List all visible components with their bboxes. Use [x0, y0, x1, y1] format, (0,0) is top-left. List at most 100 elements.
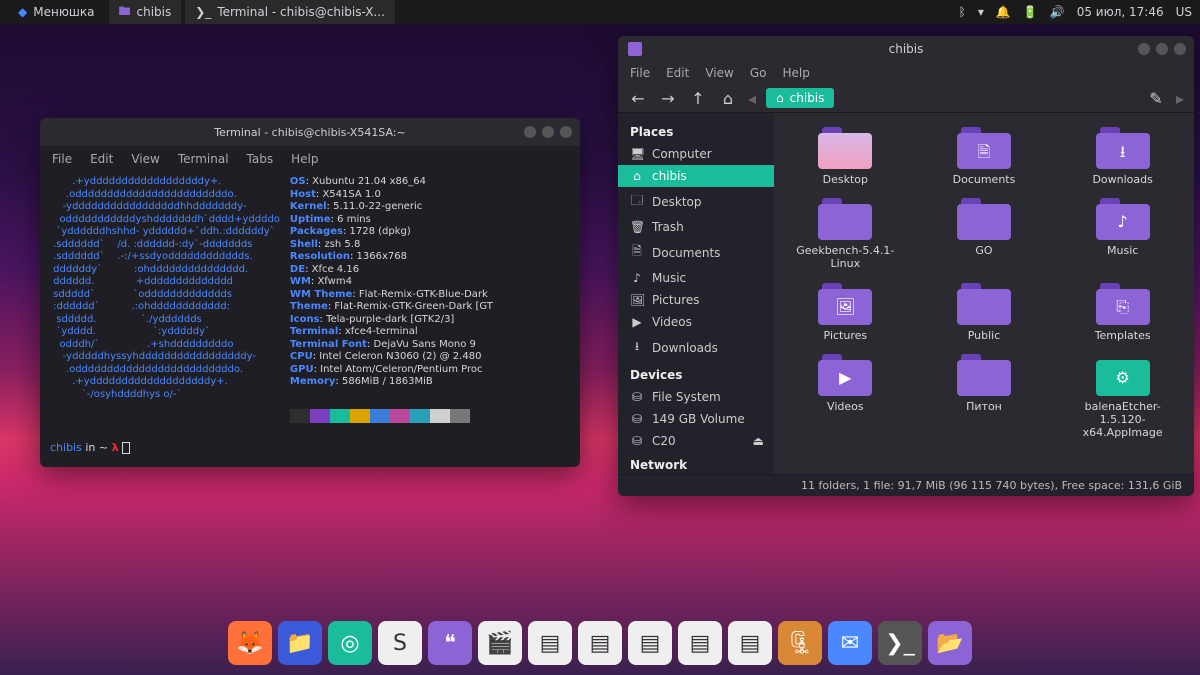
- sidebar-item[interactable]: 🖥 Computer: [618, 143, 774, 165]
- shell-prompt[interactable]: chibis in ~ λ: [50, 441, 570, 455]
- menu-help[interactable]: Help: [782, 66, 809, 80]
- dock-item-video[interactable]: 🎬: [478, 621, 522, 665]
- sidebar-item-label: 149 GB Volume: [652, 412, 745, 426]
- menu-terminal[interactable]: Terminal: [178, 152, 229, 166]
- file-item[interactable]: Питон: [917, 350, 1052, 444]
- sidebar-item[interactable]: ⛁ 149 GB Volume: [618, 408, 774, 430]
- back-button[interactable]: ←: [628, 89, 648, 108]
- dock-item-base[interactable]: ▤: [678, 621, 722, 665]
- sidebar-item-label: Desktop: [652, 195, 702, 209]
- dock-item-mail[interactable]: ✉: [828, 621, 872, 665]
- terminal-window[interactable]: Terminal - chibis@chibis-X541SA:~ File E…: [40, 118, 580, 467]
- close-button[interactable]: [1174, 43, 1186, 55]
- menu-edit[interactable]: Edit: [666, 66, 689, 80]
- battery-icon[interactable]: 🔋: [1023, 5, 1038, 19]
- file-grid[interactable]: Desktop 🗎 Documents ⭳ Downloads Geekbenc…: [774, 113, 1194, 474]
- dock-item-firefox[interactable]: 🦊: [228, 621, 272, 665]
- volume-icon[interactable]: 🔊: [1050, 5, 1065, 19]
- file-item[interactable]: Desktop: [778, 123, 913, 190]
- menu-file[interactable]: File: [630, 66, 650, 80]
- calc-icon: ▤: [740, 631, 761, 656]
- file-manager-window[interactable]: chibis File Edit View Go Help ← → ↑ ⌂ ◂ …: [618, 36, 1194, 496]
- taskbar-item-files[interactable]: 🖿 chibis: [109, 0, 182, 24]
- file-label: Templates: [1095, 329, 1151, 342]
- dock-item-filemanager[interactable]: 📂: [928, 621, 972, 665]
- maximize-button[interactable]: [542, 126, 554, 138]
- edit-path-button[interactable]: ✎: [1146, 89, 1166, 108]
- app-menu-button[interactable]: ◆ Менюшка: [8, 0, 105, 24]
- filemgr-title: chibis: [889, 42, 924, 56]
- forward-button[interactable]: →: [658, 89, 678, 108]
- dock-item-calc[interactable]: ▤: [728, 621, 772, 665]
- terminal-body[interactable]: .+yddddddddddddddddddy+. .oddddddddddddd…: [40, 172, 580, 467]
- sidebar-item[interactable]: ⌂ chibis: [618, 165, 774, 187]
- menu-go[interactable]: Go: [750, 66, 767, 80]
- file-item[interactable]: Geekbench-5.4.1-Linux: [778, 194, 913, 274]
- neofetch-ascii: .+yddddddddddddddddddy+. .oddddddddddddd…: [50, 176, 280, 423]
- taskbar-item-terminal[interactable]: ❯_ Terminal - chibis@chibis-X...: [185, 0, 395, 24]
- file-item[interactable]: ⭳ Downloads: [1055, 123, 1190, 190]
- menu-file[interactable]: File: [52, 152, 72, 166]
- sidebar-item[interactable]: 🖼 Pictures: [618, 289, 774, 311]
- file-item[interactable]: ♪ Music: [1055, 194, 1190, 274]
- menu-tabs[interactable]: Tabs: [247, 152, 274, 166]
- file-label: Pictures: [824, 329, 868, 342]
- file-label: Downloads: [1092, 173, 1152, 186]
- up-button[interactable]: ↑: [688, 89, 708, 108]
- file-item[interactable]: ⎘ Templates: [1055, 279, 1190, 346]
- menu-edit[interactable]: Edit: [90, 152, 113, 166]
- minimize-button[interactable]: [1138, 43, 1150, 55]
- terminal-titlebar[interactable]: Terminal - chibis@chibis-X541SA:~: [40, 118, 580, 146]
- dock-item-libreoffice[interactable]: ▤: [528, 621, 572, 665]
- dock-item-impress[interactable]: ▤: [578, 621, 622, 665]
- dock-item-skype[interactable]: S: [378, 621, 422, 665]
- top-panel: ◆ Менюшка 🖿 chibis ❯_ Terminal - chibis@…: [0, 0, 1200, 24]
- menu-help[interactable]: Help: [291, 152, 318, 166]
- file-item[interactable]: Public: [917, 279, 1052, 346]
- clock[interactable]: 05 июл, 17:46: [1077, 5, 1164, 19]
- dock-item-archive[interactable]: 🗜: [778, 621, 822, 665]
- sidebar-item-icon: ⛁: [630, 434, 644, 448]
- sidebar-item[interactable]: ⭳ Downloads: [618, 333, 774, 362]
- close-button[interactable]: [560, 126, 572, 138]
- bluetooth-icon[interactable]: ᛒ: [959, 5, 966, 19]
- folder-icon: ⚙: [1096, 354, 1150, 396]
- menu-view[interactable]: View: [131, 152, 159, 166]
- dock-item-qq[interactable]: ❝: [428, 621, 472, 665]
- maximize-button[interactable]: [1156, 43, 1168, 55]
- file-item[interactable]: 🖼 Pictures: [778, 279, 913, 346]
- folder-icon: ▶: [818, 354, 872, 396]
- notifications-icon[interactable]: 🔔: [996, 5, 1011, 19]
- dock-item-screenshot[interactable]: ◎: [328, 621, 372, 665]
- screenshot-icon: ◎: [340, 631, 359, 656]
- file-item[interactable]: 🗎 Documents: [917, 123, 1052, 190]
- file-label: GO: [975, 244, 992, 257]
- sidebar-item[interactable]: 🗑 Trash: [618, 216, 774, 238]
- sidebar-item-icon: ♪: [630, 271, 644, 285]
- sidebar-header-devices: Devices: [618, 362, 774, 386]
- sidebar-item[interactable]: ♪ Music: [618, 267, 774, 289]
- filemgr-sidebar: Places 🖥 Computer ⌂ chibis 🗔 Desktop 🗑 T…: [618, 113, 774, 474]
- dock-item-writer[interactable]: ▤: [628, 621, 672, 665]
- sidebar-item[interactable]: 🗔 Desktop: [618, 187, 774, 216]
- file-item[interactable]: ⚙ balenaEtcher-1.5.120-x64.AppImage: [1055, 350, 1190, 444]
- eject-icon[interactable]: ⏏: [753, 434, 764, 448]
- file-item[interactable]: GO: [917, 194, 1052, 274]
- dock-item-files[interactable]: 📁: [278, 621, 322, 665]
- menu-view[interactable]: View: [705, 66, 733, 80]
- path-segment[interactable]: ⌂ chibis: [766, 88, 834, 108]
- filemgr-titlebar[interactable]: chibis: [618, 36, 1194, 62]
- home-button[interactable]: ⌂: [718, 89, 738, 108]
- sidebar-item[interactable]: ▶ Videos: [618, 311, 774, 333]
- sidebar-item-label: File System: [652, 390, 721, 404]
- wifi-icon[interactable]: ▾: [978, 5, 984, 19]
- minimize-button[interactable]: [524, 126, 536, 138]
- sidebar-item[interactable]: ⛁ C20 ⏏: [618, 430, 774, 452]
- sidebar-item-icon: 🖥: [630, 147, 644, 161]
- folder-icon: ⭳: [1096, 127, 1150, 169]
- dock-item-terminal[interactable]: ❯_: [878, 621, 922, 665]
- sidebar-item[interactable]: 🗎 Documents: [618, 238, 774, 267]
- sidebar-item[interactable]: ⛁ File System: [618, 386, 774, 408]
- file-item[interactable]: ▶ Videos: [778, 350, 913, 444]
- keyboard-layout[interactable]: US: [1176, 5, 1192, 19]
